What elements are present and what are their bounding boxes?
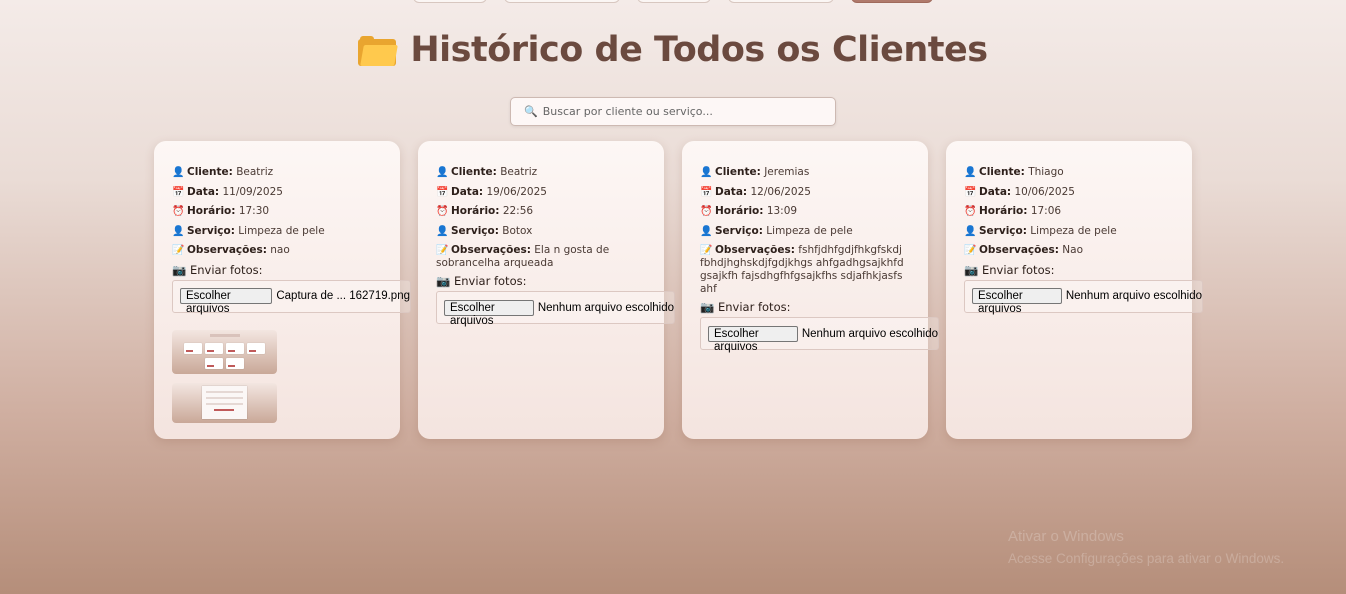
person-gold-icon: 👤 <box>964 225 977 237</box>
choose-files-button[interactable]: Escolher arquivos <box>180 288 273 315</box>
client-field: 👤 Cliente: Thiago <box>964 163 1192 183</box>
service-field: 👤 Serviço: Limpeza de pele <box>964 222 1192 242</box>
calendar-icon: 📅 <box>172 186 185 198</box>
service-field: 👤 Serviço: Botox <box>436 222 664 242</box>
client-field: 👤 Cliente: Beatriz <box>172 163 400 183</box>
upload-label: 📷 Enviar fotos: <box>964 262 1055 277</box>
camera-icon: 📷 <box>964 262 979 277</box>
camera-icon: 📷 <box>436 274 451 289</box>
search-input[interactable] <box>542 105 823 118</box>
client-field: 👤 Cliente: Jeremias <box>700 163 928 183</box>
date-field: 📅 Data: 12/06/2025 <box>700 183 928 203</box>
file-name: Nenhum arquivo escolhido <box>537 301 674 314</box>
memo-icon: 📝 <box>436 245 449 257</box>
watermark-title: Ativar o Windows <box>1008 528 1124 545</box>
file-upload[interactable]: Escolher arquivos Nenhum arquivo escolhi… <box>964 279 1203 315</box>
client-field: 👤 Cliente: Beatriz <box>436 163 664 183</box>
time-field: ⏰ Horário: 17:30 <box>172 202 400 222</box>
choose-files-button[interactable]: Escolher arquivos <box>972 288 1062 315</box>
page-header: Histórico de Todos os Clientes <box>0 30 1346 70</box>
calendar-icon: 📅 <box>964 186 977 198</box>
upload-label: 📷 Enviar fotos: <box>700 300 791 315</box>
person-gold-icon: 👤 <box>172 225 185 237</box>
alarm-clock-icon: ⏰ <box>700 206 713 218</box>
file-upload[interactable]: Escolher arquivos Nenhum arquivo escolhi… <box>436 291 675 327</box>
memo-icon: 📝 <box>172 245 185 257</box>
calendar-icon: 📅 <box>700 186 713 198</box>
nav-button[interactable] <box>728 0 834 3</box>
notes-field: 📝 Observações: fshfjdhfgdjfhkgfskdjfbhdjh… <box>700 244 904 296</box>
file-upload[interactable]: Escolher arquivos Captura de ... 162719.… <box>172 279 411 315</box>
person-icon: 👤 <box>964 167 977 178</box>
nav-button[interactable] <box>413 0 487 3</box>
search-box[interactable]: 🔍 <box>510 97 836 126</box>
folder-icon <box>358 36 399 66</box>
alarm-clock-icon: ⏰ <box>964 206 977 218</box>
memo-icon: 📝 <box>700 245 713 257</box>
watermark-subtitle: Acesse Configurações para ativar o Windo… <box>1008 551 1285 566</box>
client-card: 👤 Cliente: Beatriz 📅 Data: 11/09/2025 ⏰ Hor… <box>154 141 411 439</box>
person-gold-icon: 👤 <box>436 225 449 237</box>
client-card: 👤 Cliente: Beatriz 📅 Data: 19/06/2025 ⏰ Hor… <box>418 141 675 439</box>
date-field: 📅 Data: 10/06/2025 <box>964 183 1192 203</box>
nav-button-active[interactable] <box>851 0 933 3</box>
client-card: 👤 Cliente: Thiago 📅 Data: 10/06/2025 ⏰ Horá… <box>946 141 1203 439</box>
client-card: 👤 Cliente: Jeremias 📅 Data: 12/06/2025 ⏰ Ho… <box>682 141 939 439</box>
calendar-icon: 📅 <box>436 186 449 198</box>
memo-icon: 📝 <box>964 245 977 257</box>
upload-label: 📷 Enviar fotos: <box>436 274 527 289</box>
choose-files-button[interactable]: Escolher arquivos <box>708 325 798 353</box>
service-field: 👤 Serviço: Limpeza de pele <box>172 222 400 242</box>
photo-thumbnail[interactable] <box>172 329 277 374</box>
file-name: Captura de ... 162719.png <box>276 290 410 303</box>
person-gold-icon: 👤 <box>700 225 713 237</box>
choose-files-button[interactable]: Escolher arquivos <box>444 299 534 327</box>
date-field: 📅 Data: 11/09/2025 <box>172 183 400 203</box>
upload-label: 📷 Enviar fotos: <box>172 262 263 277</box>
time-field: ⏰ Horário: 13:09 <box>700 202 928 222</box>
nav-button[interactable] <box>637 0 711 3</box>
notes-field: 📝 Observações: Nao <box>964 241 1192 261</box>
file-upload[interactable]: Escolher arquivos Nenhum arquivo escolhi… <box>700 317 939 353</box>
search-icon: 🔍 <box>524 105 538 118</box>
time-field: ⏰ Horário: 22:56 <box>436 202 664 222</box>
file-name: Nenhum arquivo escolhido <box>801 327 938 340</box>
camera-icon: 📷 <box>172 262 187 277</box>
file-name: Nenhum arquivo escolhido <box>1065 290 1202 303</box>
person-icon: 👤 <box>436 167 449 178</box>
alarm-clock-icon: ⏰ <box>172 206 185 218</box>
alarm-clock-icon: ⏰ <box>436 206 449 218</box>
service-field: 👤 Serviço: Limpeza de pele <box>700 222 928 242</box>
camera-icon: 📷 <box>700 300 715 315</box>
windows-activation-watermark: Ativar o Windows Acesse Configurações pa… <box>1008 526 1284 570</box>
nav-button[interactable] <box>504 0 620 3</box>
notes-field: 📝 Observações: Ela n gosta de sobrancelha… <box>436 244 610 270</box>
client-cards: 👤 Cliente: Beatriz 📅 Data: 11/09/2025 ⏰ Hor… <box>154 141 1203 439</box>
date-field: 📅 Data: 19/06/2025 <box>436 183 664 203</box>
person-icon: 👤 <box>700 167 713 178</box>
photo-thumbnail[interactable] <box>172 382 277 423</box>
page-title: Histórico de Todos os Clientes <box>410 30 988 70</box>
person-icon: 👤 <box>172 167 185 178</box>
notes-field: 📝 Observações: nao <box>172 241 400 261</box>
time-field: ⏰ Horário: 17:06 <box>964 202 1192 222</box>
top-nav <box>0 0 1346 4</box>
